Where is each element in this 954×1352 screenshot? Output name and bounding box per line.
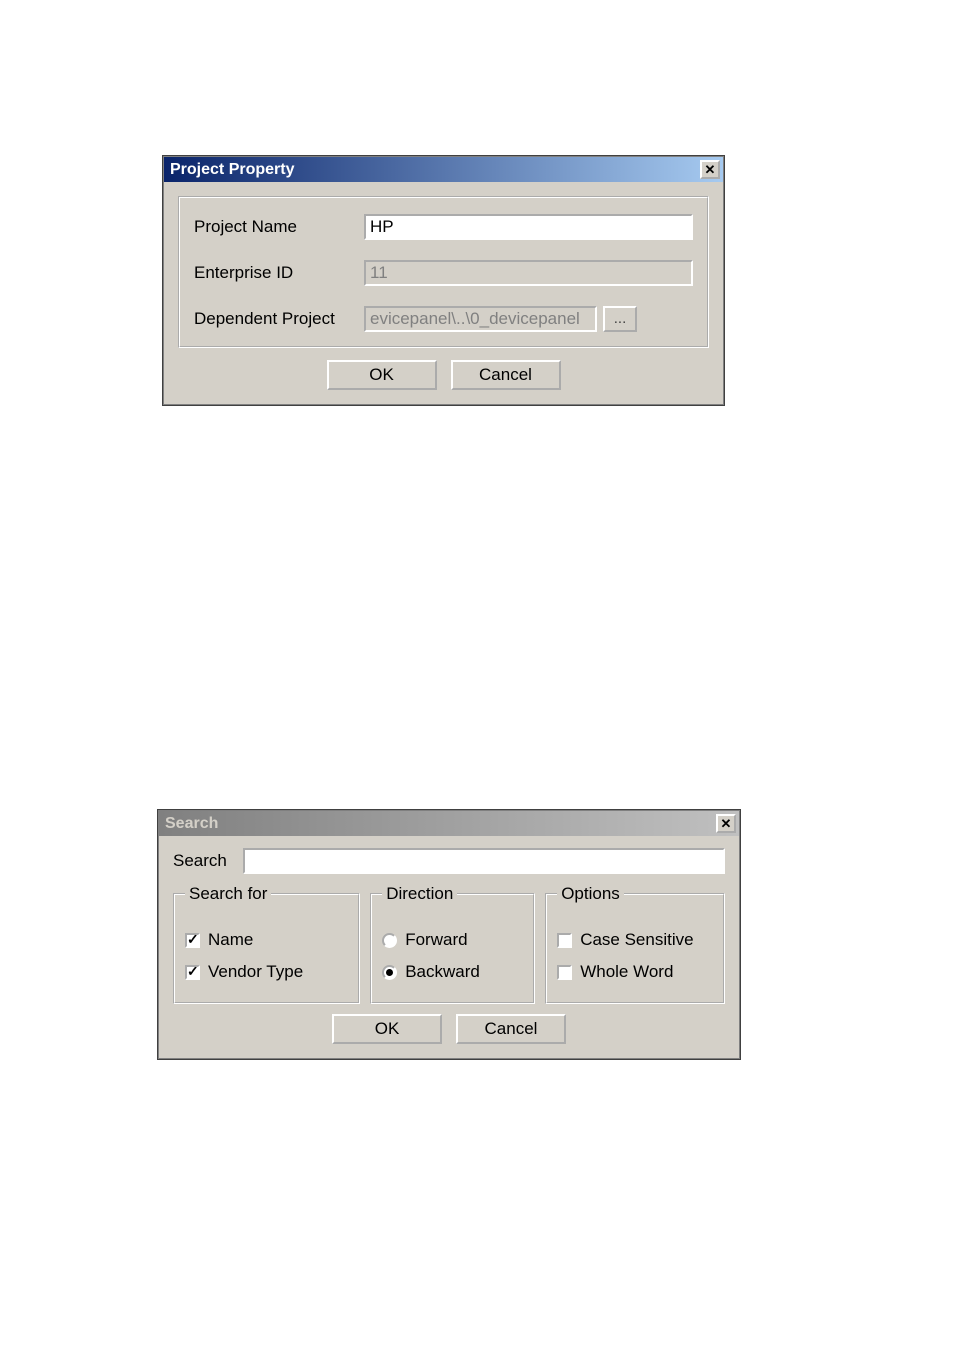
ok-button[interactable]: OK [327,360,437,390]
input-project-name[interactable] [364,214,693,240]
titlebar[interactable]: Project Property ✕ [164,157,723,182]
label-option-forward: Forward [405,930,467,950]
label-enterprise-id: Enterprise ID [194,263,364,283]
checkbox-case-sensitive[interactable] [557,933,572,948]
group-options: Options Case Sensitive Whole Word [545,884,725,1004]
input-enterprise-id [364,260,693,286]
option-forward[interactable]: Forward [382,924,523,956]
label-option-name: Name [208,930,253,950]
input-dependent-project [364,306,597,332]
label-option-whole-word: Whole Word [580,962,673,982]
button-bar: OK Cancel [178,360,709,390]
window-title: Project Property [170,161,294,179]
cancel-button[interactable]: Cancel [451,360,561,390]
legend-options: Options [557,884,624,904]
browse-button[interactable]: ... [603,306,637,332]
legend-search-for: Search for [185,884,271,904]
legend-direction: Direction [382,884,457,904]
row-dependent-project: Dependent Project ... [194,306,693,332]
group-search-for: Search for Name Vendor Type [173,884,360,1004]
row-search: Search [173,848,725,874]
group-direction: Direction Forward Backward [370,884,535,1004]
titlebar[interactable]: Search ✕ [159,811,739,836]
close-button[interactable]: ✕ [700,160,720,179]
label-dependent-project: Dependent Project [194,309,364,329]
close-icon: ✕ [705,163,716,176]
option-vendor-type[interactable]: Vendor Type [185,956,348,988]
radio-forward[interactable] [382,933,397,948]
label-project-name: Project Name [194,217,364,237]
fieldset-row: Search for Name Vendor Type Direction Fo… [173,884,725,1004]
option-whole-word[interactable]: Whole Word [557,956,713,988]
label-option-case-sensitive: Case Sensitive [580,930,693,950]
checkbox-whole-word[interactable] [557,965,572,980]
row-enterprise-id: Enterprise ID [194,260,693,286]
dialog-body: Search Search for Name Vendor Type Direc… [159,836,739,1058]
option-backward[interactable]: Backward [382,956,523,988]
search-dialog: Search ✕ Search Search for Name Vendor T… [158,810,740,1059]
project-property-dialog: Project Property ✕ Project Name Enterpri… [163,156,724,405]
label-option-backward: Backward [405,962,480,982]
button-bar: OK Cancel [173,1014,725,1044]
checkbox-vendor-type[interactable] [185,965,200,980]
option-name[interactable]: Name [185,924,348,956]
close-icon: ✕ [721,817,732,830]
label-search: Search [173,851,243,871]
ok-button[interactable]: OK [332,1014,442,1044]
input-search[interactable] [243,848,725,874]
label-option-vendor-type: Vendor Type [208,962,303,982]
radio-backward[interactable] [382,965,397,980]
checkbox-name[interactable] [185,933,200,948]
row-project-name: Project Name [194,214,693,240]
close-button[interactable]: ✕ [716,814,736,833]
fields-group: Project Name Enterprise ID Dependent Pro… [178,196,709,348]
dialog-body: Project Name Enterprise ID Dependent Pro… [164,182,723,404]
window-title: Search [165,815,218,833]
option-case-sensitive[interactable]: Case Sensitive [557,924,713,956]
cancel-button[interactable]: Cancel [456,1014,566,1044]
